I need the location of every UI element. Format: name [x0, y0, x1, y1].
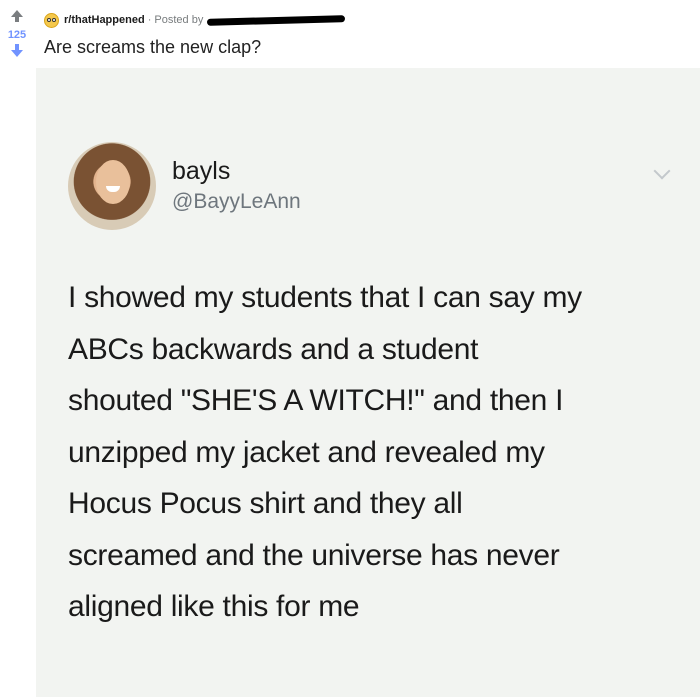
tweet-handle: @BayyLeAnn — [172, 190, 301, 213]
redacted-username — [207, 14, 346, 26]
post-title[interactable]: Are screams the new clap? — [44, 37, 261, 58]
subreddit-link[interactable]: r/thatHappened — [64, 14, 145, 26]
tweet-line: Hocus Pocus shirt and they all — [68, 487, 463, 520]
tweet-text: I showed my students that I can say my A… — [68, 272, 688, 633]
emoji-face-icon[interactable] — [44, 12, 59, 28]
post-image[interactable]: bayls @BayyLeAnn I showed my students th… — [36, 68, 700, 697]
tweet-line: unzipped my jacket and revealed my — [68, 435, 545, 469]
tweet-line: ABCs backwards and a student — [68, 332, 479, 366]
downvote-icon[interactable] — [11, 44, 23, 57]
post-meta: r/thatHappened · Posted by — [44, 11, 346, 29]
chevron-down-icon — [653, 162, 671, 180]
tweet-display-name: bayls — [172, 157, 231, 185]
upvote-icon[interactable] — [11, 10, 23, 22]
tweet-line: aligned like this for me — [68, 590, 360, 623]
tweet-line: screamed and the universe has never — [68, 538, 560, 572]
avatar-face — [96, 160, 130, 204]
avatar — [68, 142, 156, 230]
vote-count: 125 — [7, 29, 27, 41]
vote-column: 125 — [0, 6, 34, 57]
tweet-line: I showed my students that I can say my — [68, 281, 582, 314]
posted-by-label: · Posted by — [147, 14, 204, 26]
reddit-post: 125 r/thatHappened · Posted by Are screa… — [0, 0, 700, 697]
tweet-line: shouted "SHE'S A WITCH!" and then I — [68, 384, 564, 417]
